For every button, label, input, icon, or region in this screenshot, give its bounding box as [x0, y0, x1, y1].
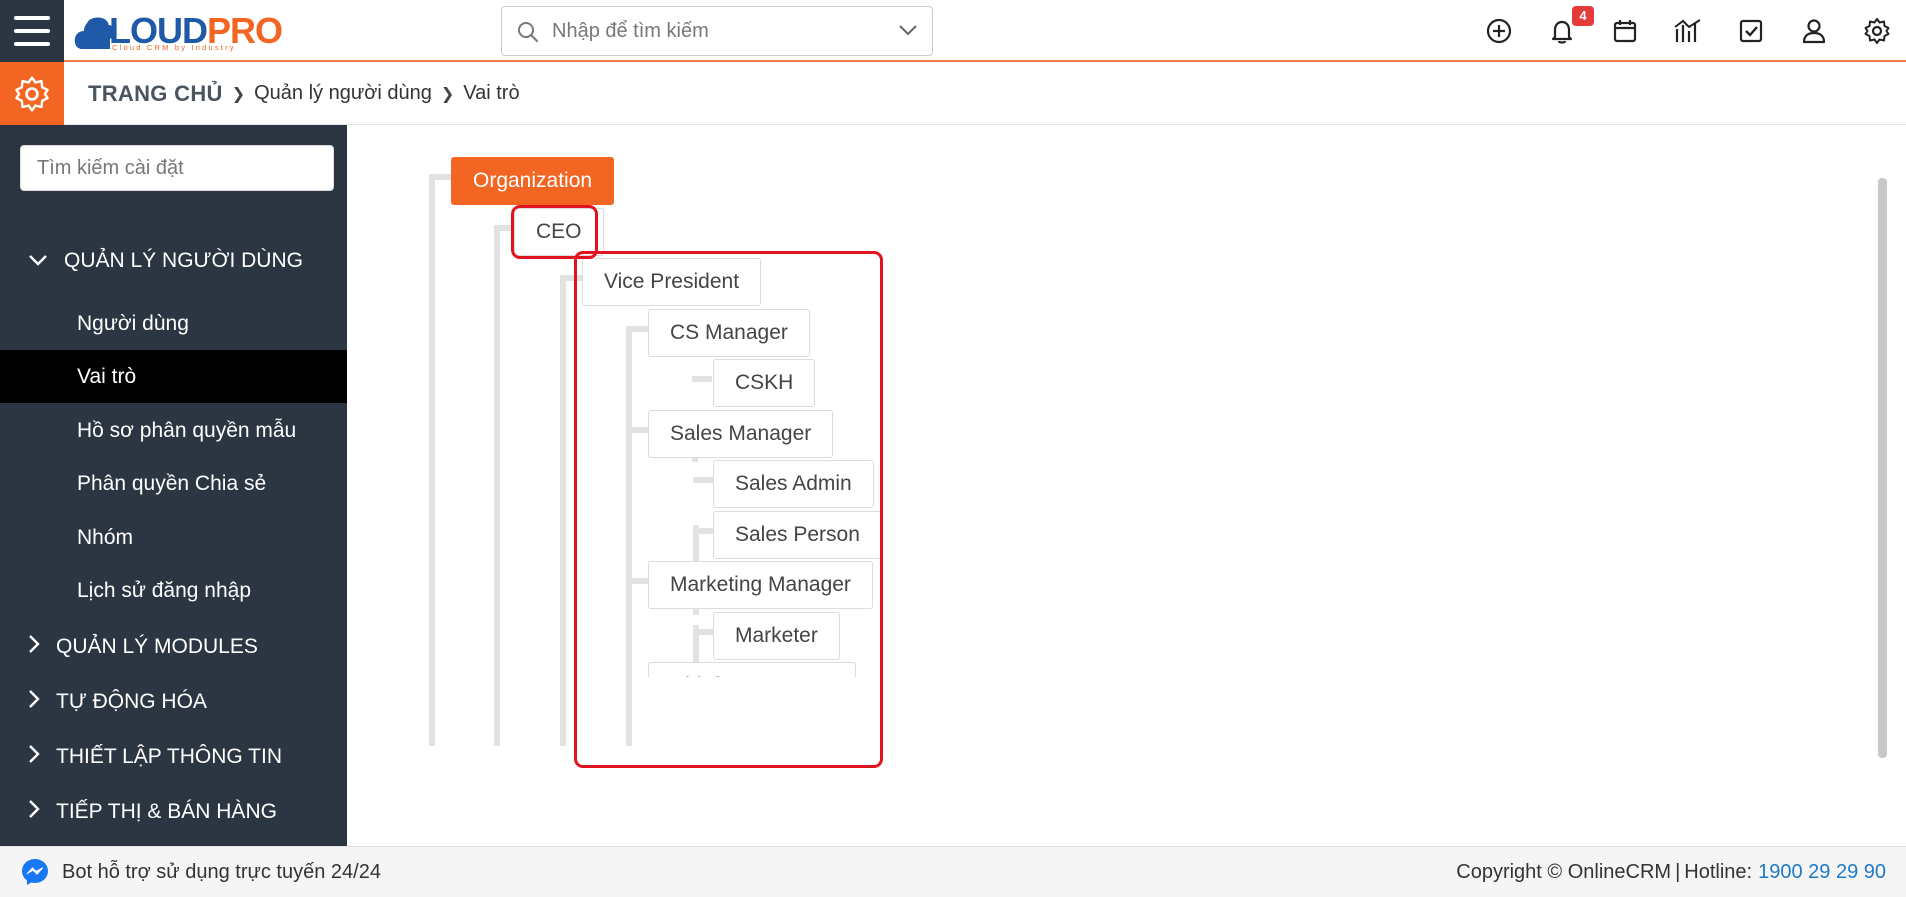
breadcrumb-home[interactable]: TRANG CHỦ: [88, 81, 223, 107]
tasks-button[interactable]: [1733, 13, 1769, 49]
tree-connector: [626, 328, 632, 746]
sidebar-item-groups[interactable]: Nhóm: [0, 511, 347, 564]
sidebar-item-login-history[interactable]: Lịch sử đăng nhập: [0, 564, 347, 617]
calendar-icon: [1613, 20, 1637, 43]
tree-connector: [494, 225, 514, 231]
tree-connector: [626, 326, 648, 332]
tree-connector: [429, 178, 435, 746]
chevron-down-icon[interactable]: [898, 23, 918, 37]
role-node-sales-admin[interactable]: Sales Admin: [713, 460, 874, 508]
role-node-sales-person[interactable]: Sales Person: [713, 511, 882, 559]
chevron-down-icon: [28, 249, 50, 273]
tree-connector: [626, 578, 648, 584]
reports-chart-icon: [1674, 19, 1701, 42]
sidebar-group-information-setup[interactable]: THIẾT LẬP THÔNG TIN: [28, 737, 282, 777]
footer: Bot hỗ trợ sử dụng trực tuyến 24/24 Copy…: [0, 846, 1906, 897]
breadcrumb-bar: TRANG CHỦ ❯ Quản lý người dùng ❯ Vai trò: [0, 62, 1906, 125]
role-node-cs-manager[interactable]: CS Manager: [648, 309, 810, 357]
calendar-button[interactable]: [1607, 13, 1643, 49]
chevron-right-icon: [28, 744, 44, 770]
role-node-partial-clip: Chief ...: [648, 662, 856, 677]
gear-icon: [1864, 18, 1890, 44]
roles-tree-panel: Organization CEO Vice President CS Manag…: [347, 125, 1906, 846]
chevron-right-icon: ❯: [231, 85, 246, 103]
hamburger-icon-bar: [14, 16, 50, 20]
top-navbar: CLOUDPRO Cloud CRM by Industry 4: [0, 0, 1906, 62]
task-checkbox-icon: [1739, 19, 1763, 43]
sidebar-group-modules[interactable]: QUẢN LÝ MODULES: [28, 627, 258, 667]
tree-connector: [429, 174, 451, 180]
plus-circle-icon: [1486, 18, 1512, 44]
sidebar-group-automation[interactable]: TỰ ĐỘNG HÓA: [28, 682, 207, 722]
search-icon: [518, 22, 538, 42]
settings-button[interactable]: [1859, 13, 1895, 49]
footer-separator: |: [1675, 860, 1681, 883]
breadcrumb: TRANG CHỦ ❯ Quản lý người dùng ❯ Vai trò: [88, 62, 520, 125]
global-search-input[interactable]: [552, 15, 892, 47]
role-node-marketer[interactable]: Marketer: [713, 612, 840, 660]
sidebar-item-sharing-rules[interactable]: Phân quyền Chia sẻ: [0, 457, 347, 510]
sidebar-item-users[interactable]: Người dùng: [0, 297, 347, 350]
sidebar-item-label: Phân quyền Chia sẻ: [77, 471, 267, 495]
tree-connector: [560, 278, 566, 746]
cloudpro-logo[interactable]: CLOUDPRO Cloud CRM by Industry: [74, 6, 312, 56]
role-node-marketing-manager[interactable]: Marketing Manager: [648, 561, 873, 609]
tree-connector: [693, 528, 713, 534]
sidebar-item-label: Vai trò: [77, 364, 137, 388]
hotline-label: Hotline:: [1684, 860, 1753, 883]
breadcrumb-current: Vai trò: [463, 82, 520, 104]
tree-connector: [693, 629, 713, 635]
settings-search-input[interactable]: [20, 145, 334, 191]
sidebar-group-label: QUẢN LÝ MODULES: [56, 635, 258, 658]
copyright-text: Copyright © OnlineCRM: [1456, 860, 1672, 883]
gear-icon: [15, 75, 49, 112]
sidebar-group-label: THIẾT LẬP THÔNG TIN: [56, 745, 282, 768]
chevron-right-icon: [28, 634, 44, 660]
chevron-right-icon: ❯: [440, 85, 455, 103]
sidebar-item-label: Người dùng: [77, 311, 189, 335]
tree-connector: [692, 376, 712, 382]
sidebar-group-label: TIẾP THỊ & BÁN HÀNG: [56, 800, 277, 823]
support-bot-text: Bot hỗ trợ sử dụng trực tuyến 24/24: [62, 860, 381, 883]
role-node-partial[interactable]: Chief ...: [648, 662, 856, 677]
hamburger-icon-bar: [14, 29, 50, 33]
sidebar-item-roles[interactable]: Vai trò: [0, 350, 347, 403]
copyright-hotline: Copyright © OnlineCRM | Hotline: 1900 29…: [1456, 847, 1886, 897]
breadcrumb-user-management[interactable]: Quản lý người dùng: [254, 82, 432, 105]
global-search[interactable]: [501, 6, 933, 56]
sidebar-item-label: Nhóm: [77, 525, 134, 549]
tree-connector: [494, 228, 500, 746]
chevron-right-icon: [28, 689, 44, 715]
settings-sidebar: QUẢN LÝ NGƯỜI DÙNG Người dùng Vai trò Hồ…: [0, 125, 347, 846]
sidebar-item-profiles[interactable]: Hồ sơ phân quyền mẫu: [0, 404, 347, 457]
chevron-right-icon: [28, 799, 44, 825]
tree-connector: [560, 275, 582, 281]
support-bot-link[interactable]: Bot hỗ trợ sử dụng trực tuyến 24/24: [20, 847, 381, 897]
quick-create-button[interactable]: [1481, 13, 1517, 49]
role-node-sales-manager[interactable]: Sales Manager: [648, 410, 834, 458]
messenger-icon: [22, 859, 48, 885]
menu-toggle-button[interactable]: [0, 0, 64, 62]
role-node-vice-president[interactable]: Vice President: [582, 258, 762, 306]
role-node-ceo[interactable]: CEO: [514, 208, 604, 256]
user-icon: [1802, 19, 1826, 44]
user-profile-button[interactable]: [1796, 13, 1832, 49]
vertical-scrollbar[interactable]: [1878, 178, 1887, 758]
notification-count-badge: 4: [1572, 6, 1594, 26]
role-node-organization[interactable]: Organization: [451, 157, 615, 205]
tree-connector: [693, 477, 713, 483]
hamburger-icon-bar: [14, 42, 50, 46]
sidebar-group-label: TỰ ĐỘNG HÓA: [56, 690, 207, 713]
sidebar-group-marketing-sales[interactable]: TIẾP THỊ & BÁN HÀNG: [28, 792, 277, 832]
hotline-number-link[interactable]: 1900 29 29 90: [1758, 861, 1886, 884]
sidebar-item-label: Hồ sơ phân quyền mẫu: [77, 418, 297, 442]
settings-section-icon[interactable]: [0, 62, 64, 125]
tree-connector: [626, 427, 648, 433]
sidebar-group-label: QUẢN LÝ NGƯỜI DÙNG: [64, 249, 303, 272]
sidebar-item-label: Lịch sử đăng nhập: [77, 578, 252, 602]
logo-tagline: Cloud CRM by Industry: [112, 43, 236, 52]
reports-button[interactable]: [1670, 13, 1706, 49]
sidebar-group-user-management[interactable]: QUẢN LÝ NGƯỜI DÙNG: [28, 241, 303, 281]
role-node-cskh[interactable]: CSKH: [713, 359, 816, 407]
